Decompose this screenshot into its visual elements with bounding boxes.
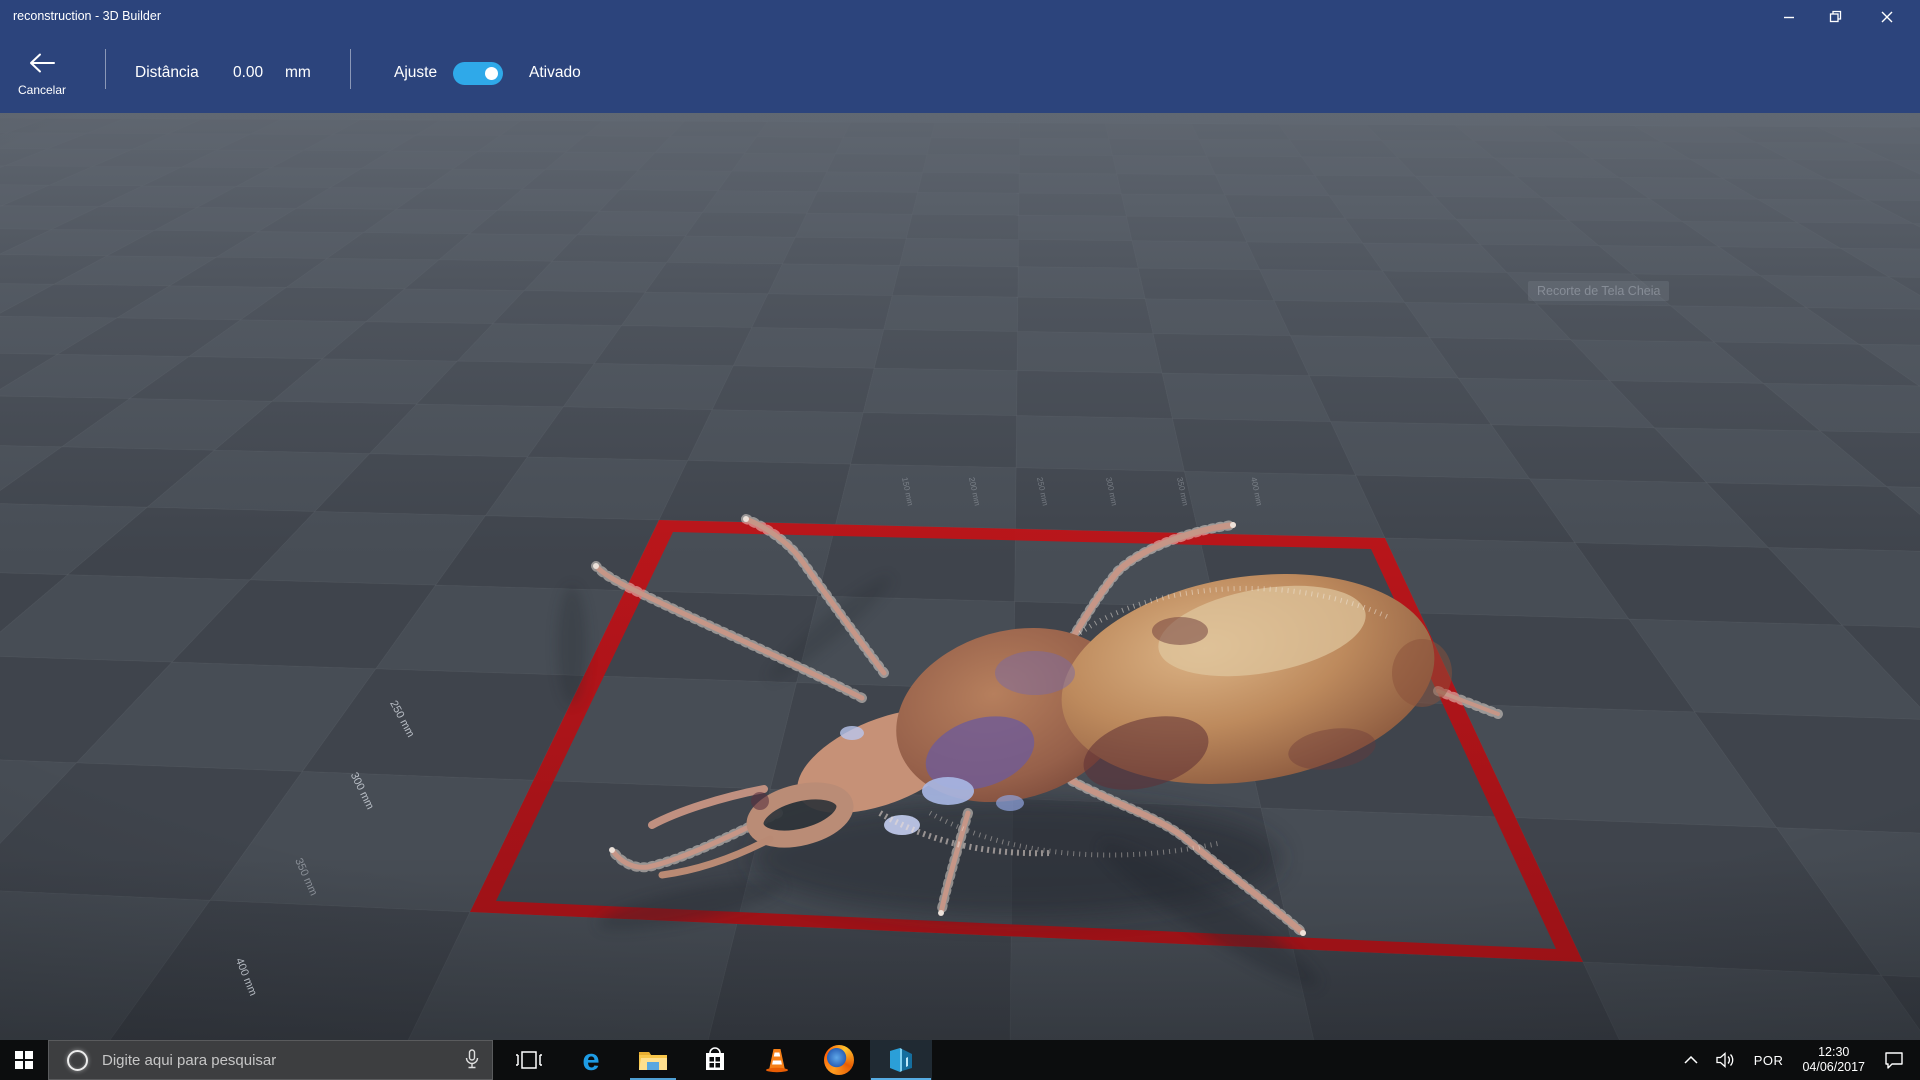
screen: reconstruction - 3D Builder Cancelar (0, 0, 1920, 1080)
speaker-icon (1716, 1052, 1736, 1068)
store-button[interactable] (684, 1040, 746, 1080)
clock-date: 04/06/2017 (1802, 1060, 1865, 1075)
snap-toggle[interactable] (453, 62, 503, 85)
window-title: reconstruction - 3D Builder (13, 0, 161, 33)
distance-value[interactable]: 0.00 (233, 33, 263, 113)
distance-unit: mm (285, 33, 311, 113)
title-bar[interactable]: reconstruction - 3D Builder (0, 0, 1920, 33)
3d-viewport[interactable]: 250 mm 300 mm 350 mm 400 mm 150 mm 200 m… (0, 113, 1920, 1040)
restore-icon (1829, 10, 1842, 23)
minimize-button[interactable] (1766, 0, 1812, 33)
cancel-label: Cancelar (18, 83, 66, 97)
firefox-icon (824, 1045, 854, 1075)
clock[interactable]: 12:30 04/06/2017 (1792, 1045, 1875, 1075)
app-header: reconstruction - 3D Builder Cancelar (0, 0, 1920, 113)
scanned-model[interactable] (0, 113, 1920, 1040)
close-icon (1881, 11, 1893, 23)
cortana-icon (67, 1050, 88, 1071)
firefox-button[interactable] (808, 1040, 870, 1080)
toolbar: Cancelar Distância 0.00 mm Ajuste Ativad… (0, 33, 1920, 113)
3d-builder-button[interactable] (870, 1040, 932, 1080)
close-button[interactable] (1864, 0, 1910, 33)
snap-label: Ajuste (394, 33, 437, 113)
chevron-up-icon (1684, 1056, 1698, 1064)
toolbar-separator (105, 49, 106, 89)
volume-button[interactable] (1707, 1040, 1745, 1080)
task-view-button[interactable] (498, 1040, 560, 1080)
file-explorer-button[interactable] (622, 1040, 684, 1080)
windows-logo-icon (15, 1051, 33, 1069)
restore-button[interactable] (1812, 0, 1858, 33)
toggle-knob (485, 67, 498, 80)
cancel-button[interactable]: Cancelar (0, 39, 84, 109)
back-arrow-icon (27, 51, 57, 75)
language-indicator[interactable]: POR (1745, 1040, 1793, 1080)
start-button[interactable] (0, 1040, 48, 1080)
toolbar-separator (350, 49, 351, 89)
taskbar-apps: e (498, 1040, 932, 1080)
edge-button[interactable]: e (560, 1040, 622, 1080)
search-input[interactable] (100, 1051, 464, 1070)
action-center-icon (1884, 1051, 1904, 1069)
clock-time: 12:30 (1802, 1045, 1865, 1060)
action-center-button[interactable] (1875, 1040, 1920, 1080)
vlc-button[interactable] (746, 1040, 808, 1080)
taskbar: e (0, 1040, 1920, 1080)
3d-builder-icon (887, 1046, 915, 1074)
search-box[interactable] (48, 1040, 493, 1080)
task-view-icon (516, 1050, 542, 1070)
vlc-icon (764, 1047, 790, 1073)
snap-state-label: Ativado (529, 33, 581, 113)
tray-chevron-button[interactable] (1675, 1040, 1707, 1080)
file-explorer-icon (638, 1048, 668, 1072)
distance-label: Distância (135, 33, 199, 113)
system-tray: POR 12:30 04/06/2017 (1675, 1040, 1920, 1080)
minimize-icon (1783, 11, 1795, 23)
edge-icon: e (582, 1044, 599, 1075)
store-icon (702, 1047, 728, 1073)
microphone-icon[interactable] (464, 1049, 480, 1071)
